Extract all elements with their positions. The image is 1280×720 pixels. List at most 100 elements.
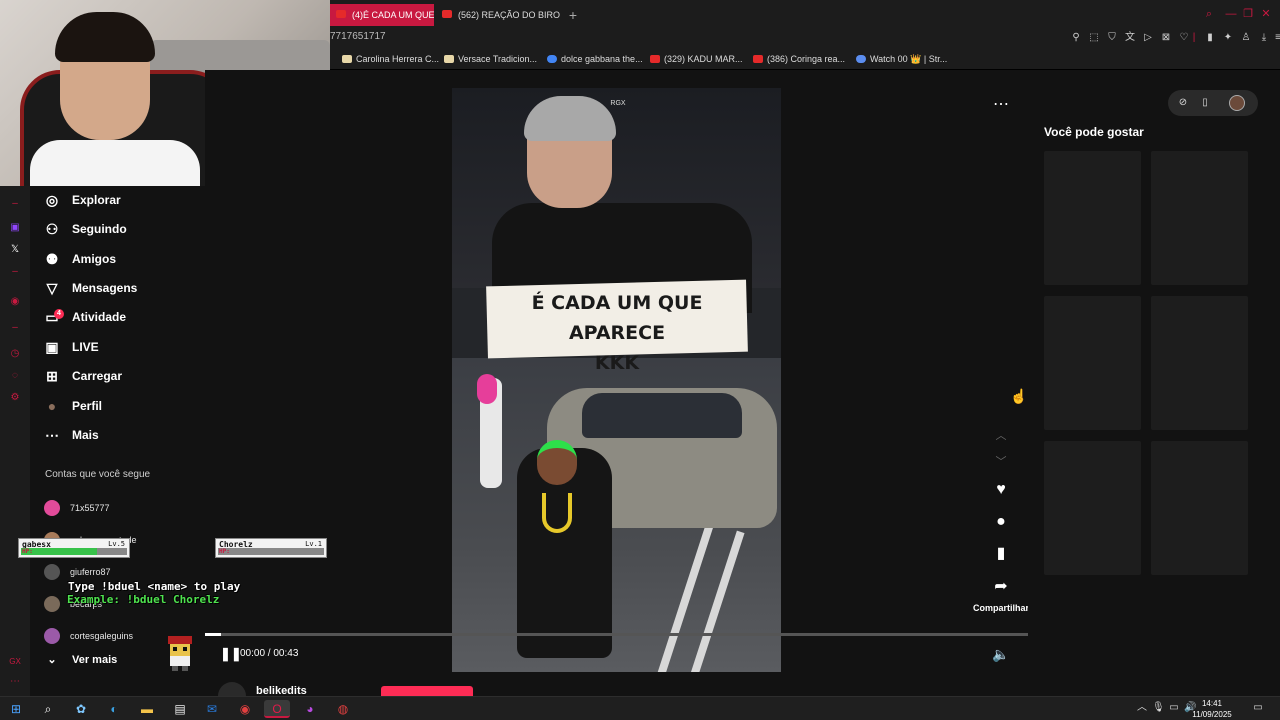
tray-chevron-icon[interactable]: ︿	[1136, 702, 1148, 714]
app-icon[interactable]: ◉	[232, 700, 258, 718]
menu-icon[interactable]: ≡	[1272, 32, 1280, 44]
video-character-pink-hair	[477, 374, 497, 404]
bookmark-item[interactable]: (386) Coringa rea...	[753, 52, 845, 66]
phone-icon[interactable]: ▯	[1199, 97, 1211, 109]
opera-gx-icon[interactable]: O	[264, 700, 290, 718]
volume-icon[interactable]: 🔈	[992, 646, 1010, 662]
like-heart-icon[interactable]: ♥	[991, 480, 1011, 500]
recommended-video-thumbnail[interactable]	[1151, 296, 1248, 430]
settings-icon[interactable]: ⚙	[9, 392, 21, 404]
recommended-video-thumbnail[interactable]	[1044, 441, 1141, 575]
follow-button[interactable]	[381, 686, 473, 696]
more-dots-icon[interactable]: ⋯	[9, 676, 21, 688]
maximize-icon[interactable]: ❐	[1242, 8, 1254, 20]
browser-tab-active[interactable]: (4)É CADA UM QUE A	[330, 4, 434, 26]
bookmark-save-icon[interactable]: ▮	[991, 544, 1011, 564]
user-follow-icon: ⚇	[45, 221, 59, 237]
nav-item-perfil[interactable]: ● Perfil	[44, 394, 204, 418]
next-video-chevron-icon[interactable]: ﹀	[991, 452, 1011, 472]
search-tabs-icon[interactable]: ⌕	[1203, 8, 1215, 20]
browser-tab[interactable]: (562) REAÇÃO DO BIRO C	[436, 4, 561, 26]
notification-icon[interactable]: ▭	[1252, 702, 1264, 714]
nav-item-mensagens[interactable]: ▽ Mensagens	[44, 276, 204, 300]
bookmark-item[interactable]: dolce gabbana the...	[547, 52, 643, 66]
obs-icon[interactable]: ◍	[330, 700, 356, 718]
shield-icon[interactable]: ⛉	[1106, 32, 1118, 44]
nav-item-seguindo[interactable]: ⚇ Seguindo	[44, 217, 204, 241]
tab-label: (4)É CADA UM QUE A	[352, 10, 434, 20]
new-tab-button[interactable]: +	[564, 4, 582, 26]
recommendations-title: Você pode gostar	[1044, 125, 1144, 139]
gift-icon[interactable]: ⊠	[1160, 32, 1172, 44]
recommended-video-thumbnail[interactable]	[1044, 296, 1141, 430]
hand-cursor-icon: ☝	[1010, 388, 1028, 404]
bookmark-item[interactable]: (329) KADU MAR...	[650, 52, 743, 66]
share-arrow-icon[interactable]: ➦	[991, 577, 1011, 597]
store-icon[interactable]: ▤	[167, 700, 193, 718]
chat-icon[interactable]: ◌	[9, 370, 21, 382]
youtube-icon	[753, 55, 763, 63]
taskbar-clock[interactable]: 14:41 11/09/2025	[1182, 698, 1242, 720]
recommended-video-thumbnail[interactable]	[1151, 441, 1248, 575]
twitch-icon[interactable]: ▣	[9, 222, 21, 234]
download-icon[interactable]: ⤓	[1258, 32, 1270, 44]
clock-date: 11/09/2025	[1192, 710, 1232, 719]
x-icon[interactable]: 𝕏	[9, 244, 21, 256]
recommended-video-thumbnail[interactable]	[1151, 151, 1248, 285]
history-icon[interactable]: ◷	[9, 348, 21, 360]
address-bar-url[interactable]: 7717651717	[330, 30, 386, 44]
profile-avatar-icon: ●	[47, 398, 57, 414]
play-icon[interactable]: ▷	[1142, 32, 1154, 44]
bookmark-item[interactable]: Carolina Herrera C...	[342, 52, 439, 66]
google-icon	[547, 55, 557, 63]
translate-icon[interactable]: 文	[1124, 32, 1136, 44]
nav-item-carregar[interactable]: ⊞ Carregar	[44, 364, 204, 388]
video-player[interactable]: É CADA UM QUE APARECE KKK	[452, 88, 781, 672]
extension-icon[interactable]: ▮	[1204, 32, 1216, 44]
nav-item-mais[interactable]: ⋯ Mais	[44, 423, 204, 447]
sidebar-dash-icon: –	[12, 322, 18, 333]
account-icon[interactable]: ♙	[1240, 32, 1252, 44]
address-bar-row: 7717651717 ⚲ ⬚ ⛉ 文 ▷ ⊠ ♡ | ▮ ✦ ♙ ⤓ ≡	[330, 30, 1280, 48]
followed-account[interactable]: giuferro87	[44, 562, 204, 582]
discord-icon[interactable]: ◕	[297, 700, 323, 718]
caption-line-2: KKK	[594, 352, 640, 374]
coin-icon[interactable]: ⊘	[1177, 97, 1189, 109]
minimize-icon[interactable]: —	[1225, 8, 1237, 20]
video-more-options-icon[interactable]: ⋯	[992, 96, 1010, 114]
bookmark-label: dolce gabbana the...	[561, 54, 643, 64]
bookmark-item[interactable]: Versace Tradicion...	[444, 52, 537, 66]
microphone-icon[interactable]: 🎙	[1152, 702, 1165, 714]
player-level: Lv.1	[305, 540, 322, 548]
duel-instruction-text: Type !bduel <name> to play	[68, 580, 241, 593]
bookmark-icon	[342, 55, 352, 63]
friends-icon: ⚉	[45, 251, 59, 267]
screenshot-icon[interactable]: ⬚	[1088, 32, 1100, 44]
puzzle-icon[interactable]: ✦	[1222, 32, 1234, 44]
nav-item-live[interactable]: ▣ LIVE	[44, 335, 204, 359]
outlook-icon[interactable]: ✉	[199, 700, 225, 718]
previous-video-chevron-icon[interactable]: ︿	[991, 426, 1011, 446]
user-avatar[interactable]	[1229, 95, 1245, 111]
close-icon[interactable]: ✕	[1260, 8, 1272, 20]
edge-icon[interactable]: ◐	[101, 700, 127, 718]
watch-site-icon	[856, 55, 866, 63]
followed-account[interactable]: 71x55777	[44, 498, 204, 518]
pin-icon[interactable]: ⚲	[1070, 32, 1082, 44]
copilot-icon[interactable]: ✿	[68, 700, 94, 718]
search-icon[interactable]: ⌕	[35, 700, 61, 718]
bookmark-item[interactable]: Watch 00 👑 | Str...	[856, 52, 947, 66]
comment-icon[interactable]: ●	[991, 512, 1011, 532]
windows-start-icon[interactable]: ⊞	[3, 700, 29, 718]
pause-icon[interactable]: ❚❚	[220, 647, 242, 661]
file-explorer-icon[interactable]: ▬	[134, 700, 160, 718]
network-icon[interactable]: ▭	[1168, 702, 1180, 714]
gx-icon[interactable]: GX	[9, 656, 21, 668]
player-icon[interactable]: ◉	[9, 296, 21, 308]
recommended-video-thumbnail[interactable]	[1044, 151, 1141, 285]
video-progress-bar[interactable]	[205, 633, 1028, 636]
video-progress-fill	[205, 633, 222, 636]
nav-item-amigos[interactable]: ⚉ Amigos	[44, 247, 204, 271]
nav-item-atividade[interactable]: ▭ 4 Atividade	[44, 305, 204, 329]
nav-item-explorar[interactable]: ◎ Explorar	[44, 188, 204, 212]
